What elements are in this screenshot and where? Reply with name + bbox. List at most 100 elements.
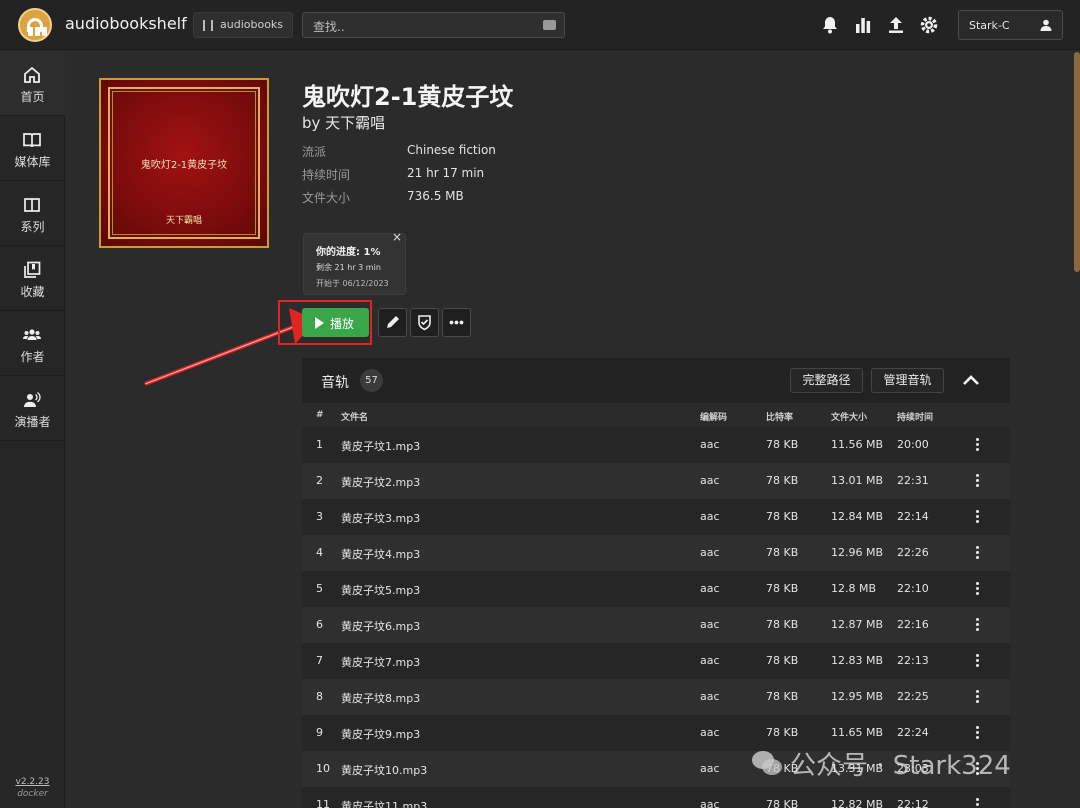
sidebar-item-series[interactable]: 系列 xyxy=(0,181,65,246)
narrator-icon xyxy=(24,391,41,407)
manage-tracks-button[interactable]: 管理音轨 xyxy=(871,368,944,393)
sidebar-item-library[interactable]: 媒体库 xyxy=(0,116,65,181)
track-n: 5 xyxy=(316,582,323,595)
edit-button[interactable] xyxy=(378,308,407,337)
sidebar-item-collections[interactable]: 收藏 xyxy=(0,246,65,311)
track-duration: 22:14 xyxy=(897,510,929,523)
version-link[interactable]: v2.2.23 xyxy=(0,777,65,787)
track-codec: aac xyxy=(700,798,720,808)
table-row[interactable]: 3 黄皮子坟3.mp3 aac 78 KB 12.84 MB 22:14 xyxy=(302,499,1010,535)
user-menu-button[interactable]: Stark-C xyxy=(958,10,1063,40)
track-duration: 22:12 xyxy=(897,798,929,808)
more-vertical-icon[interactable] xyxy=(976,438,980,452)
close-icon[interactable]: × xyxy=(392,230,402,244)
book-cover[interactable]: 鬼吹灯2-1黄皮子坟 天下霸唱 xyxy=(99,78,269,248)
library-icon xyxy=(203,20,213,31)
track-size: 11.65 MB xyxy=(831,726,884,739)
track-n: 7 xyxy=(316,654,323,667)
upload-icon[interactable] xyxy=(886,15,906,35)
table-row[interactable]: 2 黄皮子坟2.mp3 aac 78 KB 13.01 MB 22:31 xyxy=(302,463,1010,499)
track-n: 6 xyxy=(316,618,323,631)
sidebar-item-label: 媒体库 xyxy=(14,155,51,169)
search-input[interactable]: 查找.. xyxy=(302,12,565,38)
bell-icon[interactable] xyxy=(820,15,840,35)
group-icon xyxy=(23,329,41,340)
column-header: 编解码 xyxy=(700,413,728,423)
track-bitrate: 78 KB xyxy=(766,690,799,703)
track-size: 12.84 MB xyxy=(831,510,884,523)
track-duration: 22:16 xyxy=(897,618,929,631)
more-vertical-icon[interactable] xyxy=(976,618,980,632)
track-file: 黄皮子坟6.mp3 xyxy=(341,620,421,633)
track-bitrate: 78 KB xyxy=(766,726,799,739)
more-vertical-icon[interactable] xyxy=(976,582,980,596)
progress-card: 你的进度: 1% 剩余 21 hr 3 min 开始于 06/12/2023 × xyxy=(303,230,406,295)
gear-icon[interactable] xyxy=(919,15,939,35)
track-codec: aac xyxy=(700,690,720,703)
sidebar-item-label: 首页 xyxy=(20,90,45,104)
more-vertical-icon[interactable] xyxy=(976,798,980,808)
tracks-count-badge: 57 xyxy=(360,369,383,392)
track-duration: 22:10 xyxy=(897,582,929,595)
track-file: 黄皮子坟5.mp3 xyxy=(341,584,421,597)
track-size: 12.82 MB xyxy=(831,798,884,808)
app-logo-icon[interactable] xyxy=(18,8,52,42)
track-size: 12.83 MB xyxy=(831,654,884,667)
track-duration: 20:00 xyxy=(897,438,929,451)
app-title[interactable]: audiobookshelf xyxy=(65,14,187,33)
full-path-button[interactable]: 完整路径 xyxy=(790,368,863,393)
cover-title: 鬼吹灯2-1黄皮子坟 xyxy=(140,160,228,171)
more-vertical-icon[interactable] xyxy=(976,654,980,668)
table-row[interactable]: 1 黄皮子坟1.mp3 aac 78 KB 11.56 MB 20:00 xyxy=(302,427,1010,463)
sidebar-item-home[interactable]: 首页 xyxy=(0,51,65,116)
meta-key: 持续时间 xyxy=(302,168,351,182)
column-header: 文件大小 xyxy=(831,413,868,423)
play-icon xyxy=(315,317,324,329)
cover-author: 天下霸唱 xyxy=(165,216,202,226)
meta-value[interactable]: Chinese fiction xyxy=(407,143,496,157)
sidebar-item-authors[interactable]: 作者 xyxy=(0,311,65,376)
track-size: 12.95 MB xyxy=(831,690,884,703)
track-n: 11 xyxy=(316,798,330,808)
column-header: 持续时间 xyxy=(897,413,934,423)
track-file: 黄皮子坟8.mp3 xyxy=(341,692,421,705)
sidebar-item-label: 作者 xyxy=(20,350,45,364)
table-row[interactable]: 5 黄皮子坟5.mp3 aac 78 KB 12.8 MB 22:10 xyxy=(302,571,1010,607)
track-file: 黄皮子坟11.mp3 xyxy=(341,800,428,808)
track-bitrate: 78 KB xyxy=(766,438,799,451)
tracks-header: 音轨 57 完整路径 管理音轨 xyxy=(302,358,1010,403)
user-icon xyxy=(1040,19,1052,31)
book-author[interactable]: by 天下霸唱 xyxy=(302,112,385,133)
page-scrollbar[interactable] xyxy=(1074,52,1080,272)
sidebar-item-label: 收藏 xyxy=(20,285,45,299)
track-duration: 22:26 xyxy=(897,546,929,559)
tracks-column-headers: # 文件名 编解码 比特率 文件大小 持续时间 xyxy=(302,403,1010,427)
table-row[interactable]: 11 黄皮子坟11.mp3 aac 78 KB 12.82 MB 22:12 xyxy=(302,787,1010,808)
sidebar-item-narrators[interactable]: 演播者 xyxy=(0,376,65,441)
book-title: 鬼吹灯2-1黄皮子坟 xyxy=(302,83,514,111)
table-row[interactable]: 4 黄皮子坟4.mp3 aac 78 KB 12.96 MB 22:26 xyxy=(302,535,1010,571)
chevron-up-icon[interactable] xyxy=(962,372,980,388)
top-bar: audiobookshelf audiobooks 查找.. Stark-C xyxy=(0,0,1080,50)
track-size: 12.96 MB xyxy=(831,546,884,559)
search-placeholder: 查找.. xyxy=(313,20,345,34)
library-select[interactable]: audiobooks xyxy=(193,12,293,38)
more-vertical-icon[interactable] xyxy=(976,546,980,560)
table-row[interactable]: 8 黄皮子坟8.mp3 aac 78 KB 12.95 MB 22:25 xyxy=(302,679,1010,715)
table-row[interactable]: 6 黄皮子坟6.mp3 aac 78 KB 12.87 MB 22:16 xyxy=(302,607,1010,643)
progress-started: 开始于 06/12/2023 xyxy=(316,279,389,288)
table-row[interactable]: 7 黄皮子坟7.mp3 aac 78 KB 12.83 MB 22:13 xyxy=(302,643,1010,679)
more-vertical-icon[interactable] xyxy=(976,726,980,740)
track-bitrate: 78 KB xyxy=(766,474,799,487)
mark-finished-button[interactable] xyxy=(410,308,439,337)
meta-key: 流派 xyxy=(302,145,327,159)
track-bitrate: 78 KB xyxy=(766,654,799,667)
stats-icon[interactable] xyxy=(853,15,873,35)
more-vertical-icon[interactable] xyxy=(976,690,980,704)
more-options-button[interactable] xyxy=(442,308,471,337)
play-button[interactable]: 播放 xyxy=(302,308,369,337)
track-n: 9 xyxy=(316,726,323,739)
meta-value: 736.5 MB xyxy=(407,189,464,203)
more-vertical-icon[interactable] xyxy=(976,510,980,524)
more-vertical-icon[interactable] xyxy=(976,474,980,488)
